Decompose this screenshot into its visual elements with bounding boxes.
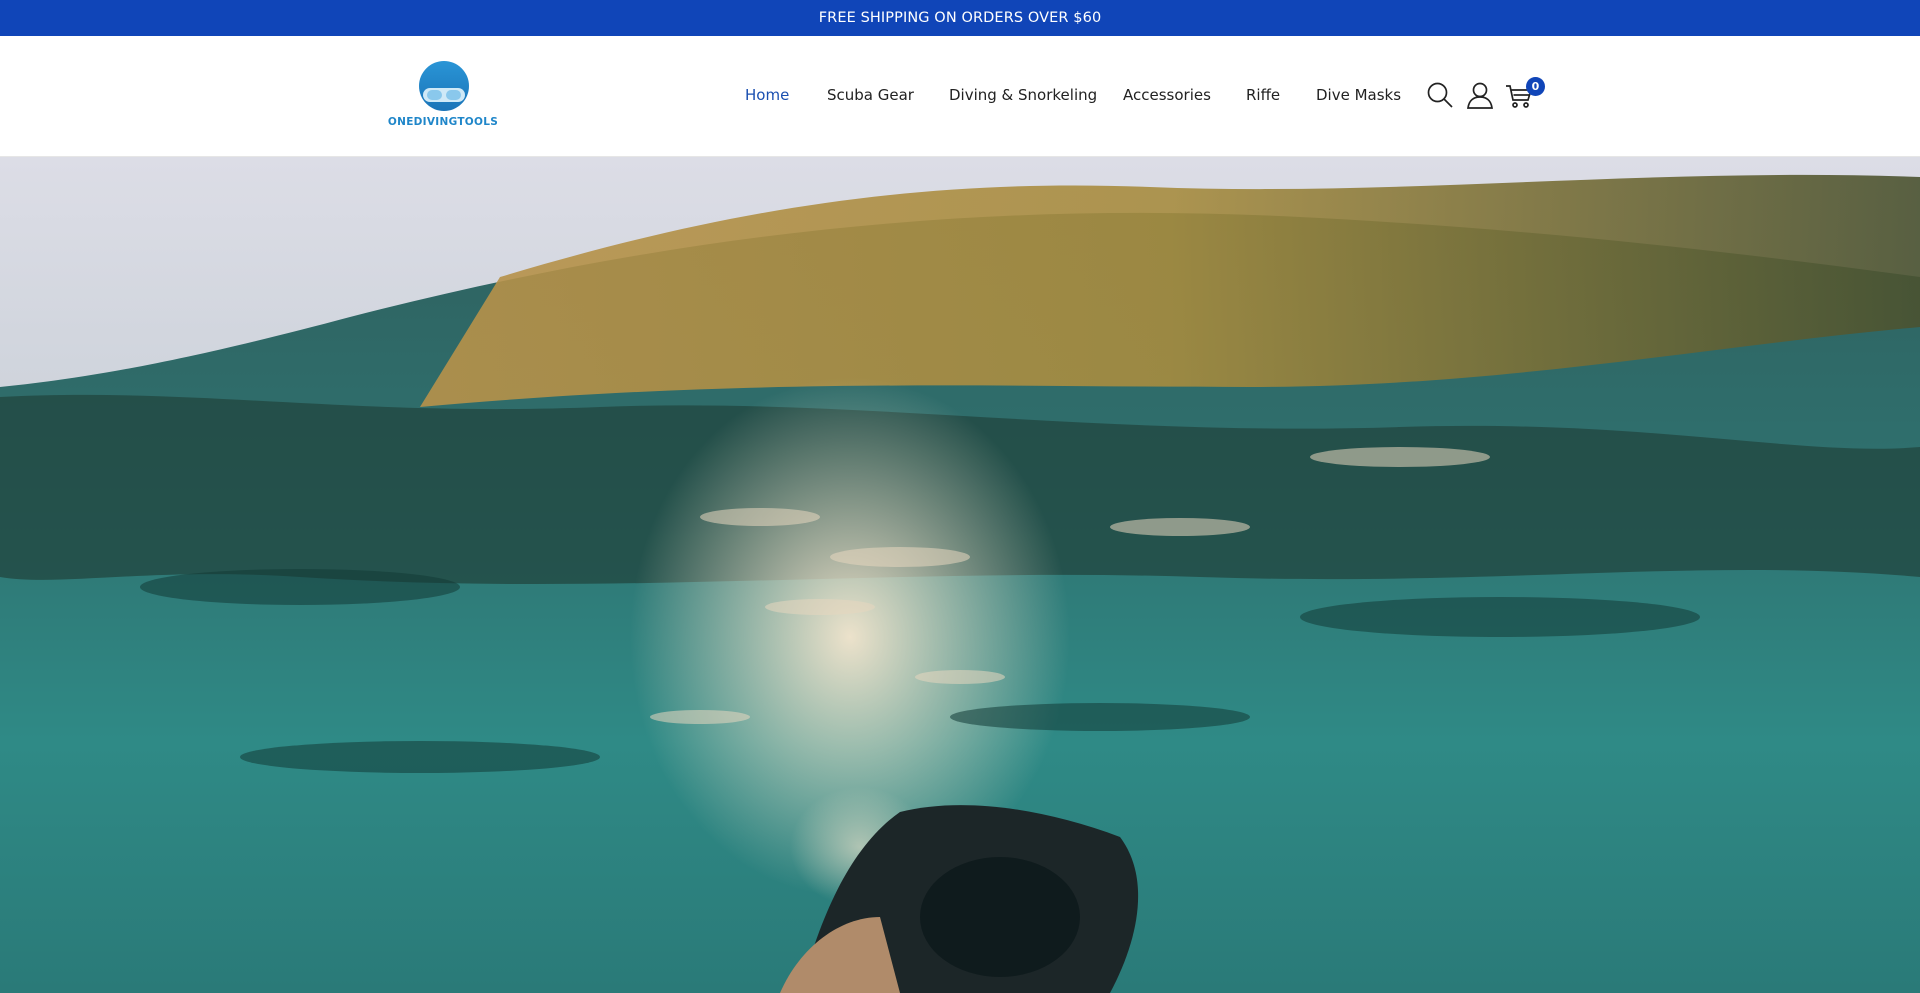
search-icon[interactable]	[1425, 80, 1455, 110]
announcement-text: FREE SHIPPING ON ORDERS OVER $60	[818, 10, 1102, 26]
announcement-bar: FREE SHIPPING ON ORDERS OVER $60	[0, 0, 1920, 36]
nav-item-dive-masks[interactable]: Dive Masks	[1316, 86, 1401, 104]
main-nav: Home Scuba Gear Diving & Snorkeling Acce…	[0, 36, 1920, 157]
site-header: ONEDIVINGTOOLS Home Scuba Gear Diving & …	[0, 36, 1920, 157]
user-icon[interactable]	[1465, 80, 1495, 110]
nav-item-accessories[interactable]: Accessories	[1123, 86, 1211, 104]
nav-item-diving-snorkeling[interactable]: Diving & Snorkeling	[949, 86, 1097, 104]
hero-banner[interactable]	[0, 157, 1920, 993]
hero-image	[0, 157, 1920, 993]
nav-item-scuba-gear[interactable]: Scuba Gear	[827, 86, 914, 104]
nav-item-riffe[interactable]: Riffe	[1246, 86, 1280, 104]
nav-item-home[interactable]: Home	[745, 86, 789, 104]
cart-count-badge: 0	[1526, 77, 1545, 96]
